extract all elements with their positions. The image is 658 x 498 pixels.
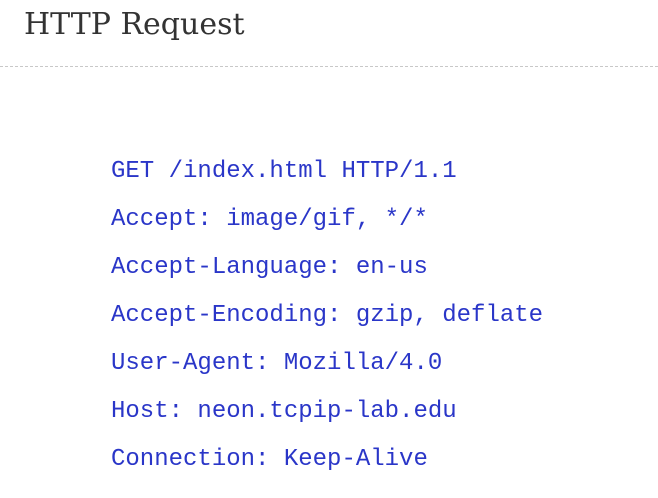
http-request-block: GET /index.html HTTP/1.1 Accept: image/g… (111, 148, 543, 484)
header-accept-encoding: Accept-Encoding: gzip, deflate (111, 302, 544, 329)
header-accept: Accept: image/gif, */* (111, 206, 428, 233)
request-line: GET /index.html HTTP/1.1 (111, 158, 457, 185)
header-host: Host: neon.tcpip-lab.edu (111, 398, 457, 425)
header-connection: Connection: Keep-Alive (111, 446, 428, 473)
title-divider (0, 66, 658, 67)
header-user-agent: User-Agent: Mozilla/4.0 (111, 350, 443, 377)
header-accept-language: Accept-Language: en-us (111, 254, 428, 281)
slide: HTTP Request GET /index.html HTTP/1.1 Ac… (0, 0, 658, 498)
slide-title: HTTP Request (24, 7, 245, 42)
